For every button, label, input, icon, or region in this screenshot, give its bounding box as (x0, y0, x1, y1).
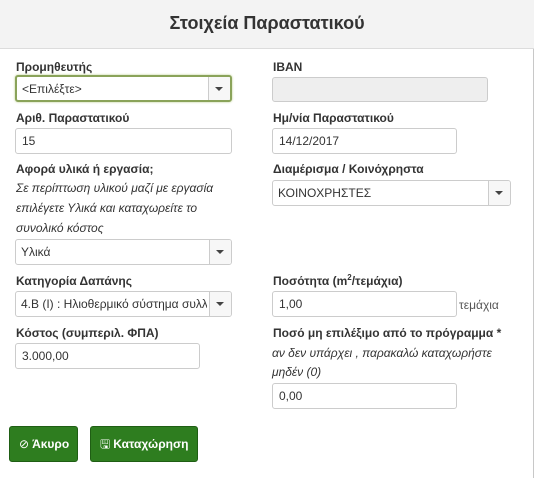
apartment-select[interactable]: ΚΟΙΝΟΧΡΗΣΤΕΣ (272, 180, 511, 206)
save-button[interactable]: 🖫 Καταχώρηση (90, 426, 198, 462)
category-label: Κατηγορία Δαπάνης (16, 274, 132, 288)
quantity-label: Ποσότητα (m2/τεμάχια) (273, 273, 403, 288)
category-select[interactable]: 4.Β (I) : Ηλιοθερμικό σύστημα συλλέκτη (15, 291, 232, 317)
chevron-down-icon[interactable] (208, 77, 230, 100)
apartment-value: ΚΟΙΝΟΧΡΗΣΤΕΣ (278, 186, 372, 200)
iban-label: IBAN (273, 60, 303, 74)
cost-field[interactable]: 3.000,00 (15, 343, 200, 369)
chevron-down-icon[interactable] (488, 181, 510, 205)
non-eligible-label: Ποσό μη επιλέξιμο από το πρόγραμμα * (273, 326, 502, 340)
material-or-labor-hint-3: συνολικό κόστος (16, 221, 104, 235)
quantity-unit: τεμάχια (459, 298, 499, 312)
apartment-label: Διαμέρισμα / Κοινόχρηστα (273, 162, 424, 176)
iban-field[interactable] (272, 77, 488, 102)
non-eligible-hint-1: αν δεν υπάρχει , παρακαλώ καταχωρήστε (272, 346, 492, 360)
material-or-labor-label: Αφορά υλικά ή εργασία; (16, 162, 154, 176)
doc-number-label: Αριθ. Παραστατικού (16, 111, 130, 125)
dialog-header: Στοιχεία Παραστατικού (0, 0, 534, 49)
chevron-down-icon[interactable] (209, 292, 231, 316)
cancel-icon: ⊘ (19, 437, 30, 451)
doc-date-label: Ημ/νία Παραστατικού (273, 111, 394, 125)
chevron-down-icon[interactable] (209, 240, 231, 264)
save-icon: 🖫 (100, 437, 111, 451)
quantity-field[interactable]: 1,00 (272, 291, 457, 317)
doc-date-field[interactable]: 14/12/2017 (272, 128, 457, 154)
cancel-button[interactable]: ⊘ Άκυρο (9, 426, 78, 462)
cancel-button-label: Άκυρο (32, 437, 70, 451)
material-or-labor-select[interactable]: Υλικά (15, 239, 232, 265)
material-or-labor-value: Υλικά (21, 245, 51, 259)
supplier-select[interactable]: <Επιλέξτε> (15, 75, 232, 102)
category-value: 4.Β (I) : Ηλιοθερμικό σύστημα συλλέκτη (21, 297, 207, 311)
doc-number-field[interactable]: 15 (15, 128, 232, 154)
supplier-label: Προμηθευτής (16, 60, 93, 74)
non-eligible-field[interactable]: 0,00 (272, 383, 457, 409)
material-or-labor-hint-2: επιλέγετε Υλικά και καταχωρείτε το (16, 201, 198, 215)
save-button-label: Καταχώρηση (113, 437, 189, 451)
supplier-select-value: <Επιλέξτε> (22, 82, 82, 96)
cost-label: Κόστος (συμπεριλ. ΦΠΑ) (16, 326, 159, 340)
non-eligible-hint-2: μηδέν (0) (272, 365, 322, 379)
document-details-dialog: Στοιχεία Παραστατικού Προμηθευτής <Επιλέ… (0, 0, 534, 478)
dialog-title: Στοιχεία Παραστατικού (169, 13, 365, 33)
material-or-labor-hint-1: Σε περίπτωση υλικού μαζί με εργασία (16, 181, 214, 195)
